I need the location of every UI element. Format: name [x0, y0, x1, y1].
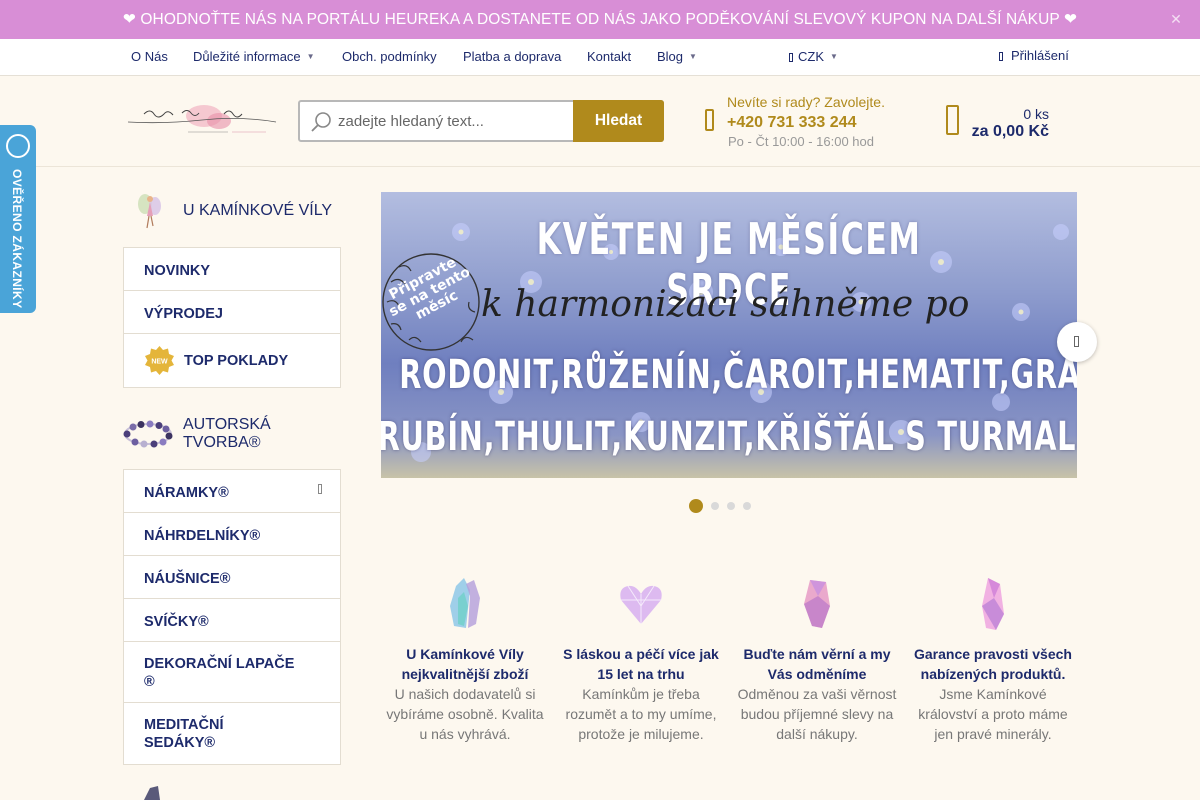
sidebar-item-label: NÁUŠNICE® — [144, 571, 231, 587]
sidebar-item-label: TOP POKLADY — [184, 353, 289, 369]
verified-seal-icon — [6, 134, 30, 158]
search-input[interactable] — [338, 102, 570, 140]
sidebar-menu-main: NOVINKY VÝPRODEJ NEW TOP POKLADY — [123, 247, 341, 388]
cart-icon[interactable] — [946, 105, 959, 135]
new-badge-icon: NEW — [145, 346, 174, 375]
slider-dot[interactable] — [743, 502, 751, 510]
nav-item-platba-doprava[interactable]: Platba a doprava — [463, 49, 561, 64]
slider-dot[interactable] — [727, 502, 735, 510]
feature-text: Kamínkům je třeba rozumět a to my umíme,… — [565, 686, 717, 742]
phone-icon — [705, 109, 714, 131]
currency-label: CZK — [798, 49, 824, 64]
chevron-right-icon — [1074, 336, 1079, 347]
site-logo[interactable] — [124, 102, 280, 142]
sidebar-item-label: DEKORAČNÍ LAPAČE ® — [144, 656, 295, 690]
slider-dot[interactable] — [711, 502, 719, 510]
currency-selector[interactable]: CZK ▼ — [789, 49, 838, 64]
sidebar-item-top-poklady[interactable]: NEW TOP POKLADY — [124, 334, 340, 387]
sidebar-item-label: NÁHRDELNÍKY® — [144, 528, 261, 544]
top-navigation: O Nás Důležité informace ▼ Obch. podmínky… — [0, 39, 1200, 76]
bracelet-icon — [123, 420, 173, 448]
promo-banner: ❤ OHODNOŤTE NÁS NA PORTÁLU HEUREKA A DOS… — [0, 0, 1200, 39]
feature-loyalty: Buďte nám věrní a my Vás odměníme Odměno… — [735, 576, 899, 744]
sidebar-section-autorska-tvorba[interactable]: AUTORSKÁ TVORBA® — [123, 416, 293, 452]
help-hours: Po - Čt 10:00 - 16:00 hod — [728, 134, 874, 149]
slide-minerals-line-1: RODONIT,RŮŽENÍN,ČAROIT,HEMATIT,GRANÁT, — [399, 352, 1077, 398]
help-question: Nevíte si rady? Zavolejte. — [727, 94, 885, 110]
feature-title: S láskou a péčí více jak 15 let na trhu — [563, 646, 719, 682]
cart-quantity[interactable]: 0 ks — [1023, 106, 1049, 122]
fairy-icon — [138, 194, 161, 229]
currency-icon — [789, 53, 793, 62]
sidebar-menu-autorska: NÁRAMKY® NÁHRDELNÍKY® NÁUŠNICE® SVÍČKY® … — [123, 469, 341, 765]
crystal-icon — [450, 578, 480, 628]
promo-banner-text: ❤ OHODNOŤTE NÁS NA PORTÁLU HEUREKA A DOS… — [122, 11, 1078, 28]
nav-item-kontakt[interactable]: Kontakt — [587, 49, 631, 64]
amethyst-icon — [982, 578, 1004, 630]
feature-text: Jsme Kamínkové království a proto máme j… — [918, 686, 1068, 742]
sidebar-item-label: NOVINKY — [144, 263, 211, 279]
sidebar-section-title: AUTORSKÁ TVORBA® — [183, 416, 271, 451]
sidebar-section-kaminkove-vily[interactable]: U KAMÍNKOVÉ VÍLY — [123, 190, 332, 232]
nav-item-o-nas[interactable]: O Nás — [131, 49, 168, 64]
feature-experience: S láskou a péčí více jak 15 let na trhu … — [559, 576, 723, 744]
hero-slider[interactable]: Připravte se na tento měsíc KVĚTEN JE MĚ… — [381, 192, 1077, 478]
feature-authenticity: Garance pravosti všech nabízených produk… — [911, 576, 1075, 744]
close-icon[interactable]: ✕ — [1170, 11, 1182, 28]
feature-text: U našich dodavatelů si vybíráme osobně. … — [386, 686, 544, 742]
svg-text:NEW: NEW — [151, 359, 168, 366]
user-icon — [999, 52, 1003, 61]
sidebar-item-svicky[interactable]: SVÍČKY® — [124, 599, 340, 642]
sidebar-item-meditacni-sedaky[interactable]: MEDITAČNÍ SEDÁKY® — [124, 703, 340, 764]
chevron-down-icon: ▼ — [689, 52, 697, 61]
nav-item-label: Důležité informace — [193, 49, 301, 64]
feature-title: Buďte nám věrní a my Vás odměníme — [743, 646, 891, 682]
sidebar-item-nausnice[interactable]: NÁUŠNICE® — [124, 556, 340, 599]
search-icon — [311, 112, 331, 132]
sidebar-item-naramky[interactable]: NÁRAMKY® — [124, 470, 340, 513]
nav-item-label: Blog — [657, 49, 684, 64]
sidebar-item-vyprodej[interactable]: VÝPRODEJ — [124, 291, 340, 334]
crystal-section-icon — [144, 786, 160, 800]
submenu-icon — [318, 484, 322, 494]
sidebar-item-novinky[interactable]: NOVINKY — [124, 248, 340, 291]
gem-icon — [804, 580, 830, 628]
sidebar-item-nahrdelniky[interactable]: NÁHRDELNÍKY® — [124, 513, 340, 556]
heart-crystal-icon — [620, 585, 662, 624]
slider-dots — [689, 499, 751, 513]
verified-text: OVĚŘENO ZÁKAZNÍKY — [10, 169, 24, 309]
sidebar-item-label: VÝPRODEJ — [144, 306, 223, 322]
site-header: Hledat Nevíte si rady? Zavolejte. +420 7… — [0, 76, 1200, 167]
login-link[interactable]: Přihlášení — [999, 48, 1069, 63]
cart-total[interactable]: za 0,00 Kč — [972, 123, 1049, 141]
sidebar-item-label: SVÍČKY® — [144, 614, 209, 630]
slide-script-text: k harmonizaci sáhněme po — [481, 284, 970, 325]
sidebar-item-dekoracni-lapace[interactable]: DEKORAČNÍ LAPAČE ® — [124, 642, 340, 703]
nav-item-blog[interactable]: Blog ▼ — [657, 49, 697, 64]
sidebar-item-label: MEDITAČNÍ SEDÁKY® — [144, 717, 224, 751]
search-button[interactable]: Hledat — [573, 100, 664, 142]
chevron-down-icon: ▼ — [306, 52, 315, 61]
feature-quality: U Kamínkové Víly nejkvalitnější zboží U … — [383, 576, 547, 744]
nav-item-dulezite-informace[interactable]: Důležité informace ▼ — [193, 49, 315, 64]
nav-item-obch-podminky[interactable]: Obch. podmínky — [342, 49, 437, 64]
slider-next-button[interactable] — [1057, 322, 1097, 362]
feature-title: U Kamínkové Víly nejkvalitnější zboží — [401, 646, 529, 682]
login-label: Přihlášení — [1011, 48, 1069, 63]
feature-text: Odměnou za vaši věrnost budou příjemné s… — [737, 686, 897, 742]
sidebar-item-label: NÁRAMKY® — [144, 485, 229, 501]
help-phone-number[interactable]: +420 731 333 244 — [727, 114, 856, 132]
chevron-down-icon: ▼ — [830, 52, 838, 61]
search-box: Hledat — [298, 100, 664, 142]
feature-title: Garance pravosti všech nabízených produk… — [914, 646, 1072, 682]
verified-customers-badge[interactable]: OVĚŘENO ZÁKAZNÍKY — [0, 125, 36, 313]
sidebar-section-title: U KAMÍNKOVÉ VÍLY — [183, 202, 333, 219]
slider-dot[interactable] — [689, 499, 703, 513]
slide-minerals-line-2: RUBÍN,THULIT,KUNZIT,KŘIŠŤÁL S TURMALÍNEM — [381, 414, 1077, 460]
